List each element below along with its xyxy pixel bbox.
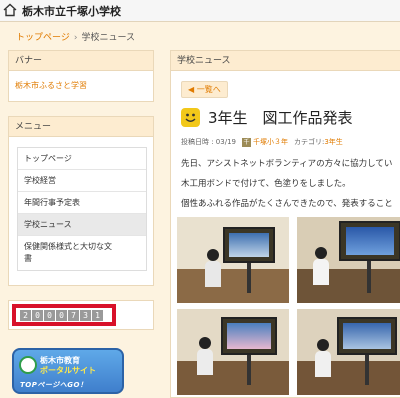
photo-student-head [207, 249, 219, 261]
access-counter-panel: 2 0 0 0 7 3 1 [8, 300, 154, 330]
top-bar: 栃木市立千塚小学校 [0, 0, 400, 22]
menu-item-annual-schedule[interactable]: 年間行事予定表 [18, 192, 146, 214]
user-icon: 千 [241, 137, 251, 147]
menu-item-school-management[interactable]: 学校経営 [18, 170, 146, 192]
counter-digit: 3 [80, 309, 91, 321]
photo-tv-stand [365, 355, 369, 385]
article-photo[interactable] [297, 309, 400, 395]
portal-banner-line3: TOPページへGO！ [20, 381, 88, 389]
posted-date: 投稿日時 : 03/19 [181, 138, 236, 146]
photo-tv-screen [221, 317, 277, 355]
photo-student-head [199, 337, 211, 349]
menu-item-health-forms-line2: 書 [24, 254, 32, 263]
counter-digit: 0 [32, 309, 43, 321]
counter-digit: 1 [92, 309, 103, 321]
photo-tv-stand [247, 263, 251, 293]
menu-item-top-page[interactable]: トップページ [18, 148, 146, 170]
portal-logo-icon [19, 356, 37, 374]
category-label: カテゴリ: [293, 138, 325, 146]
furusato-gakushu-link[interactable]: 栃木市ふるさと学習 [9, 71, 153, 100]
article-title: 3年生 図工作品発表 [208, 109, 353, 127]
photo-tv-stand [367, 261, 371, 293]
breadcrumb-home-link[interactable]: トップページ [16, 33, 70, 43]
photo-tv-stand [247, 355, 251, 385]
breadcrumb-current: 学校ニュース [81, 33, 135, 43]
photo-floor [177, 268, 289, 303]
article-photo[interactable] [177, 309, 289, 395]
education-portal-banner[interactable]: 栃木市教育 ポータルサイト TOPページへGO！ [12, 348, 124, 394]
counter-digit: 2 [20, 309, 31, 321]
menu-item-health-forms-line1: 保健関係様式と大切な文 [24, 242, 112, 251]
article-body-line: 木工用ボンドで付けて、色塗りをしました。 [181, 179, 351, 189]
portal-banner-panel: 栃木市教育 ポータルサイト TOPページへGO！ [8, 340, 154, 398]
photo-floor [297, 360, 400, 395]
breadcrumb-separator: › [73, 33, 78, 43]
photo-student-head [315, 247, 327, 259]
access-counter: 2 0 0 0 7 3 1 [12, 304, 116, 326]
news-panel-title: 学校ニュース [171, 51, 400, 71]
photo-tv-screen [337, 317, 397, 355]
smile-icon [181, 108, 200, 127]
back-to-list-button[interactable]: ◀ 一覧へ [181, 81, 228, 98]
news-panel: 学校ニュース ◀ 一覧へ 3年生 図工作品発表 投稿日時 : 03/19 千 千… [170, 50, 400, 398]
article-body-line: 個性あふれる作品がたくさんできたので、発表すること [181, 199, 393, 209]
article-photo[interactable] [177, 217, 289, 303]
photo-tv-screen [223, 227, 275, 263]
counter-digit: 0 [44, 309, 55, 321]
photo-student-head [317, 339, 329, 351]
counter-digit: 7 [68, 309, 79, 321]
photo-tv-screen [339, 221, 400, 261]
category-link[interactable]: 3年生 [324, 137, 342, 147]
menu-list: トップページ 学校経営 年間行事予定表 学校ニュース 保健関係様式と大切な文 書 [17, 147, 147, 271]
banner-panel: バナー 栃木市ふるさと学習 [8, 50, 154, 102]
article-title-row: 3年生 図工作品発表 [181, 107, 353, 128]
counter-digit: 0 [56, 309, 67, 321]
article-body-line: 先日、アシストネットボランティアの方々に協力してい [181, 159, 393, 169]
photo-student-body [315, 351, 331, 377]
article-photo[interactable] [297, 217, 400, 303]
article-meta: 投稿日時 : 03/19 千 千塚小３年 カテゴリ: 3年生 [181, 137, 343, 147]
photo-student-body [197, 349, 213, 375]
banner-panel-title: バナー [9, 51, 153, 71]
author-link[interactable]: 千塚小３年 [253, 137, 288, 147]
site-title[interactable]: 栃木市立千塚小学校 [22, 3, 121, 19]
home-icon[interactable] [3, 3, 17, 17]
menu-panel: メニュー トップページ 学校経営 年間行事予定表 学校ニュース 保健関係様式と大… [8, 116, 154, 286]
photo-floor [177, 360, 289, 395]
menu-item-school-news[interactable]: 学校ニュース [18, 214, 146, 236]
menu-item-health-forms[interactable]: 保健関係様式と大切な文 書 [18, 236, 146, 270]
breadcrumb: トップページ › 学校ニュース [16, 30, 135, 43]
photo-student-body [313, 259, 329, 285]
menu-panel-title: メニュー [9, 117, 153, 137]
portal-banner-line2: ポータルサイト [40, 366, 96, 375]
photo-student-body [205, 261, 221, 287]
